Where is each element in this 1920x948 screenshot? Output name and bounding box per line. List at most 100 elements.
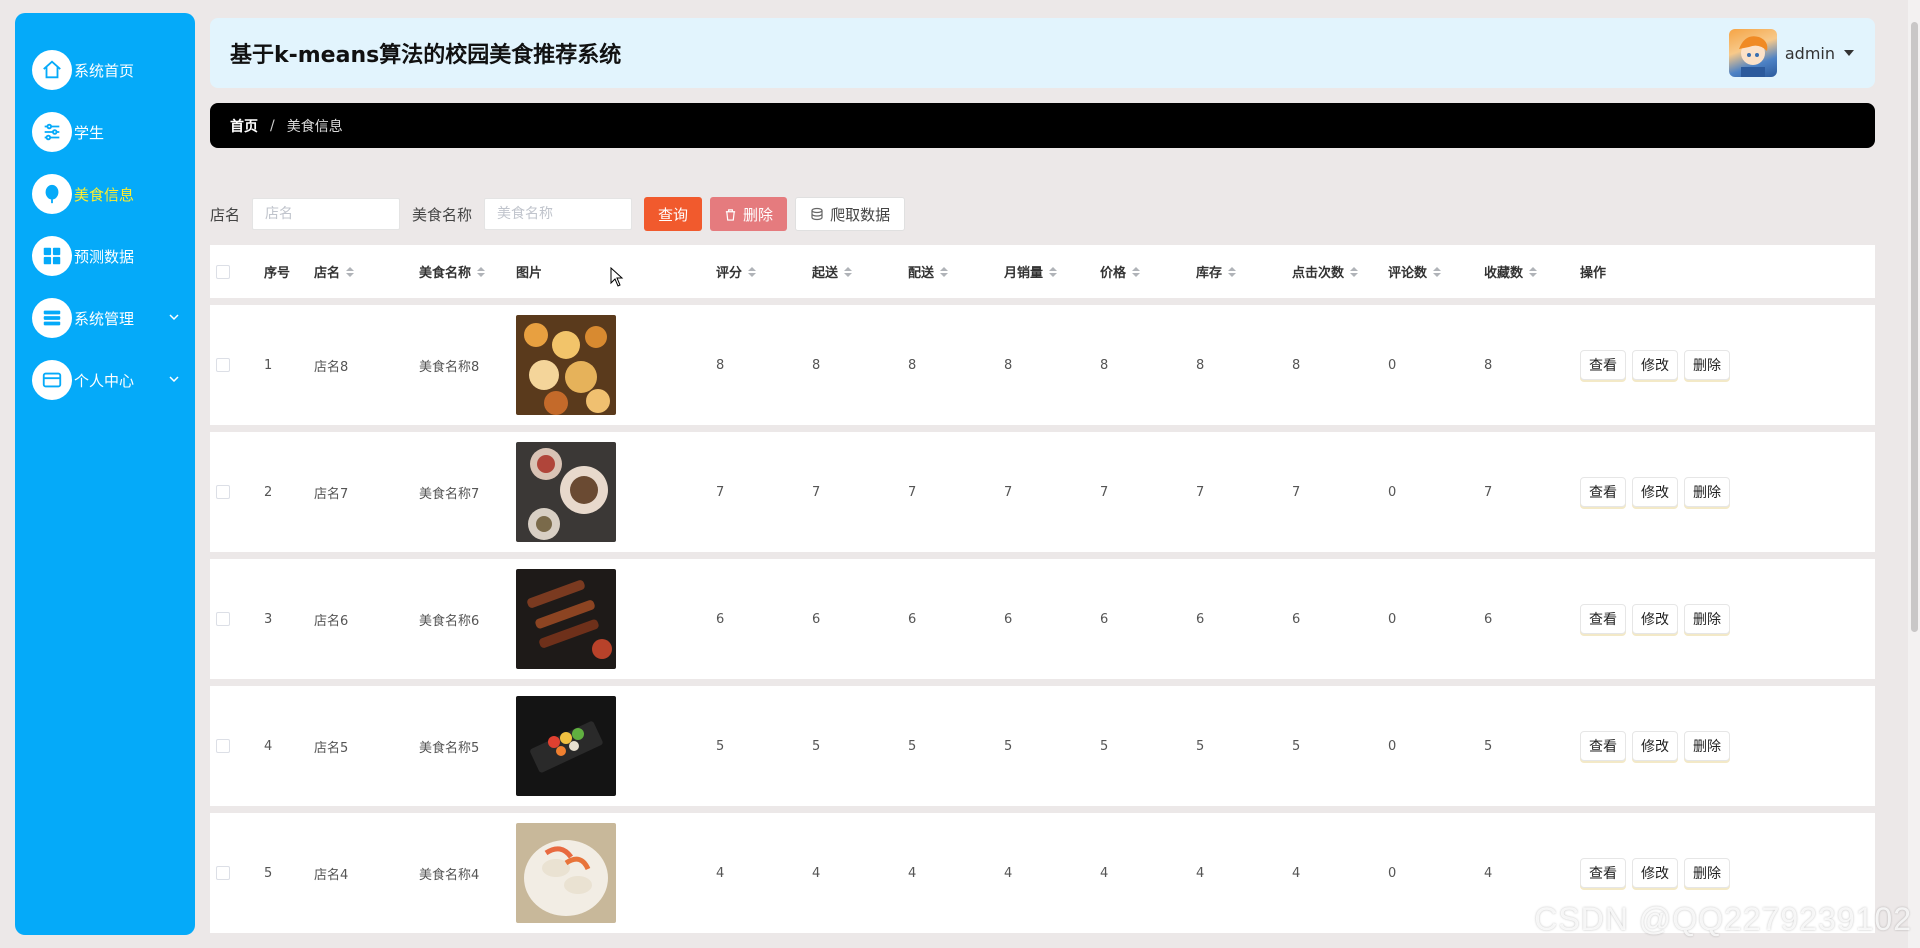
column-header-price[interactable]: 价格 — [1100, 262, 1196, 281]
row-index: 1 — [264, 357, 273, 373]
row-shop: 店名4 — [314, 867, 349, 883]
row-min-order: 6 — [812, 611, 821, 627]
sort-icon[interactable] — [477, 266, 486, 277]
breadcrumb-home[interactable]: 首页 — [230, 116, 258, 136]
row-comments: 0 — [1388, 865, 1397, 881]
sort-icon[interactable] — [346, 266, 355, 277]
column-header-label: 起送 — [812, 266, 839, 281]
sidebar-item-food-info[interactable]: 美食信息 — [15, 163, 195, 225]
column-header-label: 美食名称 — [419, 266, 472, 281]
food-image — [516, 315, 616, 415]
view-button[interactable]: 查看 — [1580, 350, 1626, 380]
crawl-data-label: 爬取数据 — [830, 205, 891, 224]
edit-button[interactable]: 修改 — [1632, 477, 1678, 507]
column-header-label: 配送 — [908, 266, 935, 281]
batch-delete-button[interactable]: 删除 — [710, 197, 788, 231]
sliders-icon — [32, 112, 72, 152]
shop-search-input[interactable] — [252, 198, 401, 230]
crawl-data-button[interactable]: 爬取数据 — [795, 197, 906, 231]
sort-icon[interactable] — [1529, 266, 1538, 277]
column-header-food-name[interactable]: 美食名称 — [419, 262, 516, 281]
column-header-stock[interactable]: 库存 — [1196, 262, 1292, 281]
delete-button[interactable]: 删除 — [1684, 477, 1730, 507]
sidebar-item-personal-center[interactable]: 个人中心 — [15, 349, 195, 411]
delete-button[interactable]: 删除 — [1684, 858, 1730, 888]
username[interactable]: admin — [1785, 44, 1835, 63]
row-checkbox[interactable] — [216, 739, 230, 753]
edit-button[interactable]: 修改 — [1632, 350, 1678, 380]
select-all-checkbox[interactable] — [216, 264, 230, 279]
sort-icon[interactable] — [1350, 266, 1359, 277]
column-header-favorites[interactable]: 收藏数 — [1484, 262, 1580, 281]
row-food-name: 美食名称7 — [419, 486, 480, 502]
query-button[interactable]: 查询 — [644, 197, 703, 231]
column-header-comments[interactable]: 评论数 — [1388, 262, 1484, 281]
row-favorites: 8 — [1484, 357, 1493, 373]
column-header-min-order[interactable]: 起送 — [812, 262, 908, 281]
sort-icon[interactable] — [1433, 266, 1442, 277]
sidebar-item-home[interactable]: 系统首页 — [15, 39, 195, 101]
home-icon — [32, 50, 72, 90]
sort-icon[interactable] — [1049, 266, 1058, 277]
column-header-image: 图片 — [516, 266, 543, 281]
row-favorites: 4 — [1484, 865, 1493, 881]
row-delivery: 4 — [908, 865, 917, 881]
column-header-rating[interactable]: 评分 — [716, 262, 812, 281]
column-header-clicks[interactable]: 点击次数 — [1292, 262, 1388, 281]
row-checkbox[interactable] — [216, 866, 230, 880]
sort-icon[interactable] — [844, 266, 853, 277]
sort-icon[interactable] — [748, 266, 757, 277]
row-rating: 7 — [716, 484, 725, 500]
row-clicks: 4 — [1292, 865, 1301, 881]
sidebar-item-students[interactable]: 学生 — [15, 101, 195, 163]
row-delivery: 5 — [908, 738, 917, 754]
row-min-order: 8 — [812, 357, 821, 373]
delete-button[interactable]: 删除 — [1684, 731, 1730, 761]
row-shop: 店名6 — [314, 613, 349, 629]
row-checkbox[interactable] — [216, 358, 230, 372]
column-header-shop[interactable]: 店名 — [314, 262, 419, 281]
scrollbar-thumb[interactable] — [1911, 22, 1918, 632]
caret-down-icon[interactable] — [1843, 48, 1855, 58]
batch-delete-label: 删除 — [743, 205, 774, 224]
page-scrollbar[interactable] — [1908, 0, 1920, 948]
food-name-search-input[interactable] — [484, 198, 633, 230]
row-min-order: 4 — [812, 865, 821, 881]
view-button[interactable]: 查看 — [1580, 477, 1626, 507]
edit-button[interactable]: 修改 — [1632, 604, 1678, 634]
delete-button[interactable]: 删除 — [1684, 350, 1730, 380]
row-checkbox[interactable] — [216, 612, 230, 626]
column-header-monthly-sales[interactable]: 月销量 — [1004, 262, 1100, 281]
column-header-label: 价格 — [1100, 266, 1127, 281]
view-button[interactable]: 查看 — [1580, 858, 1626, 888]
breadcrumb: 首页 / 美食信息 — [210, 103, 1875, 148]
row-comments: 0 — [1388, 738, 1397, 754]
row-clicks: 6 — [1292, 611, 1301, 627]
breadcrumb-current: 美食信息 — [286, 118, 343, 135]
view-button[interactable]: 查看 — [1580, 731, 1626, 761]
grid-icon — [32, 236, 72, 276]
delete-button[interactable]: 删除 — [1684, 604, 1730, 634]
edit-button[interactable]: 修改 — [1632, 858, 1678, 888]
row-monthly-sales: 4 — [1004, 865, 1013, 881]
column-header-delivery[interactable]: 配送 — [908, 262, 1004, 281]
row-checkbox[interactable] — [216, 485, 230, 499]
row-stock: 4 — [1196, 865, 1205, 881]
row-shop: 店名7 — [314, 486, 349, 502]
column-header-actions: 操作 — [1580, 266, 1607, 281]
list-icon — [32, 298, 72, 338]
view-button[interactable]: 查看 — [1580, 604, 1626, 634]
row-comments: 0 — [1388, 357, 1397, 373]
sidebar-item-prediction[interactable]: 预测数据 — [15, 225, 195, 287]
column-header-label: 库存 — [1196, 266, 1223, 281]
user-menu[interactable]: admin — [1728, 29, 1855, 77]
sort-icon[interactable] — [1132, 266, 1141, 277]
row-index: 3 — [264, 611, 273, 627]
sidebar-item-system-management[interactable]: 系统管理 — [15, 287, 195, 349]
sidebar-item-label: 系统首页 — [74, 61, 135, 80]
row-rating: 4 — [716, 865, 725, 881]
sort-icon[interactable] — [1228, 266, 1237, 277]
avatar[interactable] — [1728, 29, 1777, 77]
edit-button[interactable]: 修改 — [1632, 731, 1678, 761]
sort-icon[interactable] — [940, 266, 949, 277]
